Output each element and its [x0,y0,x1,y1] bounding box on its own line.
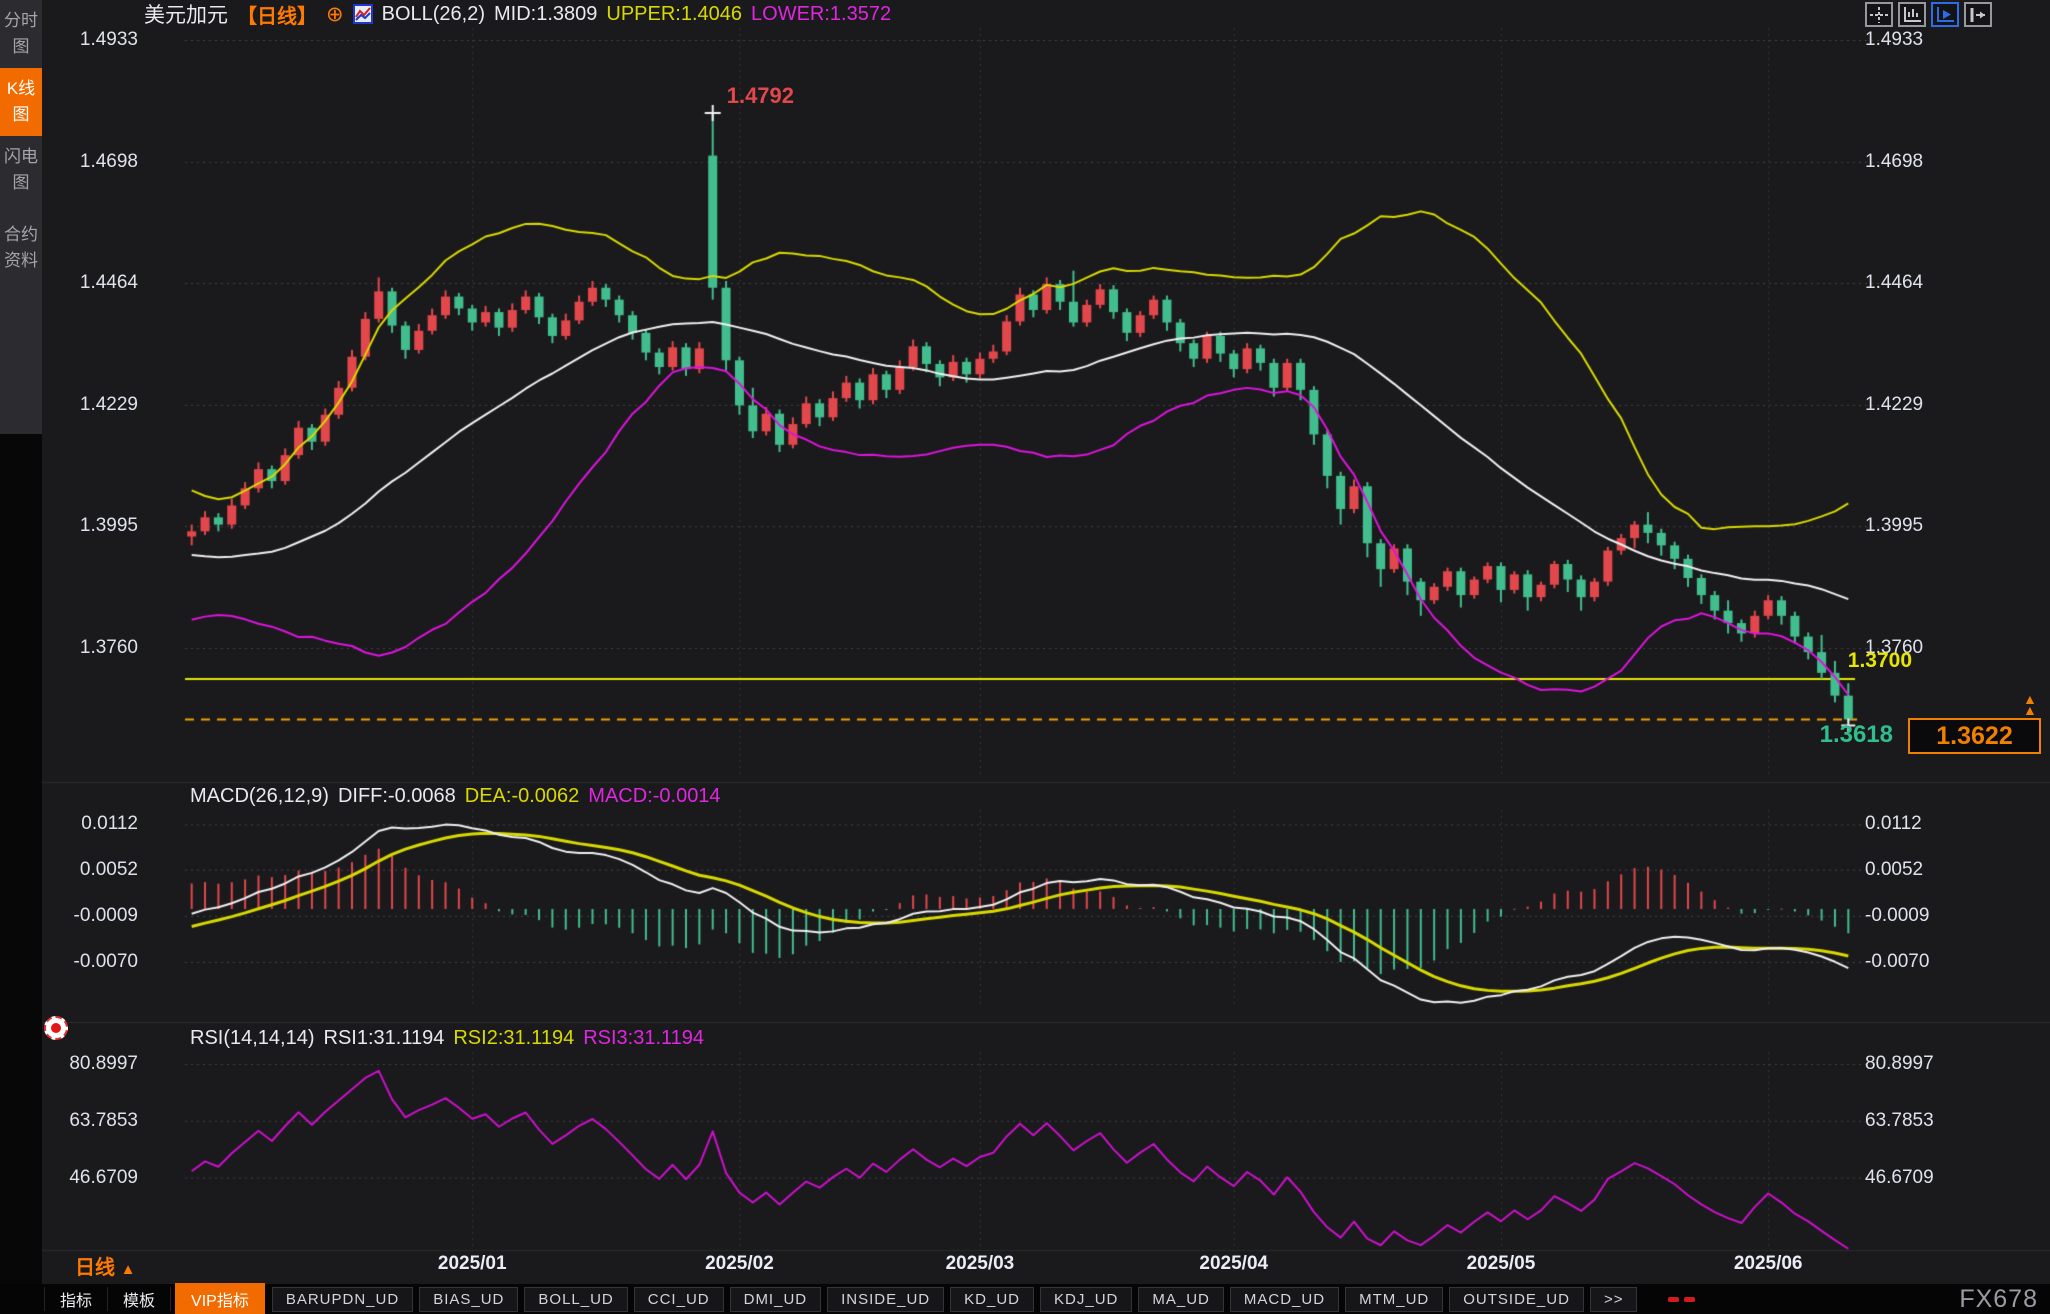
x-axis-month-label: 2025/01 [412,1253,532,1275]
x-axis-month-label: 2025/02 [679,1253,799,1275]
x-axis-month-label: 2025/05 [1441,1253,1561,1275]
tab-macd-ud[interactable]: MACD_UD [1230,1287,1339,1312]
high-price-annotation: 1.4792 [727,83,794,109]
rsi-title: RSI(14,14,14) [190,1027,315,1050]
candlestick-chart-canvas[interactable] [42,0,2050,1274]
boll-mid-value: MID:1.3809 [494,3,597,26]
sidebar-item-contract-info[interactable]: 合约资料 [0,214,42,282]
period-arrow-icon: ▲ [121,1261,136,1278]
macd-pane-header: MACD(26,12,9) DIFF:-0.0068 DEA:-0.0062 M… [190,784,721,808]
indicator-chart-icon[interactable] [353,4,373,24]
watermark: FX678 [1959,1285,2038,1314]
price-up-arrows-icon: ▲▲ [2023,694,2037,716]
rsi-axis-label-right: 63.7853 [1865,1110,1975,1132]
macd-axis-label-right: 0.0052 [1865,859,1975,881]
macd-axis-label-left: 0.0052 [44,859,138,881]
low-price-label: 1.3618 [1791,721,1893,749]
main-axis-label-right: 1.4464 [1865,272,1975,294]
tab-inside-ud[interactable]: INSIDE_UD [827,1287,944,1312]
macd-axis-label-right: 0.0112 [1865,813,1975,835]
chart-toolbar [1865,2,1992,27]
macd-title: MACD(26,12,9) [190,785,329,808]
macd-axis-label-left: -0.0009 [44,905,138,927]
period-tag[interactable]: 【日线】 [237,0,317,29]
macd-axis-label-left: 0.0112 [44,813,138,835]
tab-boll-ud[interactable]: BOLL_UD [524,1287,627,1312]
main-axis-label-left: 1.3760 [44,637,138,659]
crosshair-tool-icon[interactable] [1865,2,1893,27]
indicator-tab-bar: 指标模板VIP指标 BARUPDN_UDBIAS_UDBOLL_UD CCI_UDD… [0,1284,2050,1314]
main-axis-label-right: 1.4229 [1865,394,1975,416]
macd-macd-value: MACD:-0.0014 [588,785,720,808]
rsi-axis-label-left: 46.6709 [44,1167,138,1189]
chart-area[interactable]: 美元加元 【日线】 ⊕ BOLL(26,2) MID:1.3809 UPPER:… [42,0,2050,1284]
sidebar-item-lightning-chart[interactable]: 闪电图 [0,136,42,204]
current-price-box: 1.3622 [1908,718,2041,754]
main-axis-label-left: 1.3995 [44,515,138,537]
tab-vip-indicators[interactable]: VIP指标 [175,1283,265,1314]
main-axis-label-right: 1.4933 [1865,29,1975,51]
main-axis-label-left: 1.4698 [44,151,138,173]
tab-dmi-ud[interactable]: DMI_UD [730,1287,822,1312]
boll-indicator-label: BOLL(26,2) [382,3,485,26]
tab-outside-ud[interactable]: OUTSIDE_UD [1449,1287,1584,1312]
macd-axis-label-right: -0.0009 [1865,905,1975,927]
rsi3-value: RSI3:31.1194 [583,1027,704,1050]
alert-sun-icon[interactable] [44,1016,68,1040]
main-axis-label-right: 1.3995 [1865,515,1975,537]
main-axis-label-left: 1.4229 [44,394,138,416]
boll-lower-value: LOWER:1.3572 [751,3,891,26]
tab-templates[interactable]: 模板 [108,1287,171,1311]
tab-barupdn-ud[interactable]: BARUPDN_UD [272,1287,413,1312]
macd-dea-value: DEA:-0.0062 [465,785,580,808]
chart-type-sidebar: 分时图 K线图 闪电图 合约资料 [0,0,42,434]
tab-kdj-ud[interactable]: KDJ_UD [1040,1287,1132,1312]
rsi-axis-label-left: 80.8997 [44,1053,138,1075]
scale-axis-icon[interactable] [1898,2,1926,27]
tab-bias-ud[interactable]: BIAS_UD [419,1287,518,1312]
x-axis-month-label: 2025/06 [1708,1253,1828,1275]
x-axis-month-label: 2025/03 [920,1253,1040,1275]
chart-header: 美元加元 【日线】 ⊕ BOLL(26,2) MID:1.3809 UPPER:… [144,1,891,27]
auto-play-icon[interactable] [1931,2,1959,27]
x-axis-month-label: 2025/04 [1174,1253,1294,1275]
rsi-pane-header: RSI(14,14,14) RSI1:31.1194 RSI2:31.1194 … [190,1026,704,1050]
macd-diff-value: DIFF:-0.0068 [338,785,456,808]
trading-app-window: 分时图 K线图 闪电图 合约资料 美元加元 【日线】 ⊕ BOLL(26,2) … [0,0,2050,1314]
rsi-axis-label-right: 80.8997 [1865,1053,1975,1075]
tab-kd-ud[interactable]: KD_UD [950,1287,1034,1312]
main-axis-label-left: 1.4933 [44,29,138,51]
main-axis-label-left: 1.4464 [44,272,138,294]
rsi-axis-label-left: 63.7853 [44,1110,138,1132]
sidebar-item-time-chart[interactable]: 分时图 [0,0,42,68]
boll-upper-value: UPPER:1.4046 [606,3,742,26]
support-line-label: 1.3700 [1810,649,1912,673]
tab-indicators[interactable]: 指标 [44,1287,108,1311]
main-axis-label-right: 1.4698 [1865,151,1975,173]
symbol-name: 美元加元 [144,0,228,29]
tab-more[interactable]: >> [1590,1287,1638,1312]
tab-mtm-ud[interactable]: MTM_UD [1345,1287,1443,1312]
add-indicator-icon[interactable]: ⊕ [326,2,344,27]
macd-axis-label-left: -0.0070 [44,951,138,973]
tab-cci-ud[interactable]: CCI_UD [634,1287,724,1312]
macd-axis-label-right: -0.0070 [1865,951,1975,973]
rsi-axis-label-right: 46.6709 [1865,1167,1975,1189]
recording-dots-icon [1668,1297,1695,1302]
sidebar-item-candlestick-chart[interactable]: K线图 [0,68,42,136]
rsi1-value: RSI1:31.1194 [324,1027,445,1050]
tab-ma-ud[interactable]: MA_UD [1138,1287,1224,1312]
step-right-icon[interactable] [1964,2,1992,27]
rsi2-value: RSI2:31.1194 [453,1027,574,1050]
period-selector[interactable]: 日线 ▲ [75,1251,135,1280]
